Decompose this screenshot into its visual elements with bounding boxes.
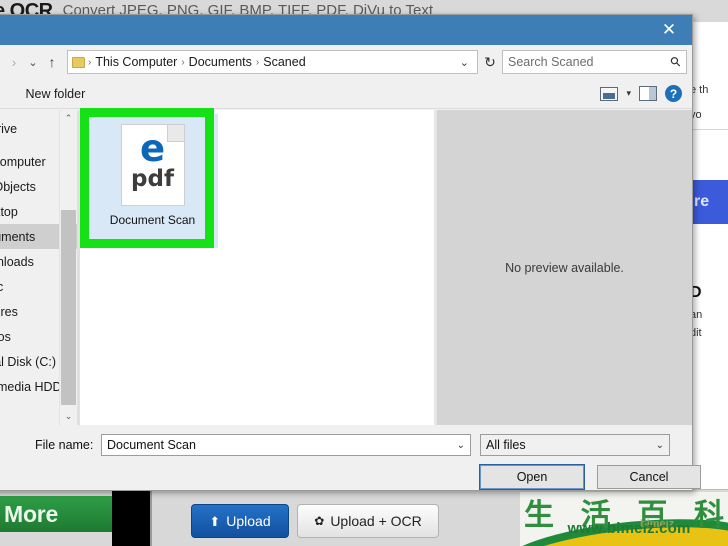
search-placeholder: Search Scaned xyxy=(508,55,594,69)
file-list-pane: e pdf Document Scan xyxy=(80,108,434,425)
right-heading: D xyxy=(690,284,702,301)
right-body-1: an xyxy=(690,309,703,321)
view-options-caret-icon[interactable]: ▾ xyxy=(626,88,631,99)
breadcrumb-item-scaned[interactable]: Scaned xyxy=(260,55,308,69)
scroll-down-icon[interactable]: ⌄ xyxy=(60,408,77,425)
dialog-footer: File name: Document Scan ⌄ All files ⌄ O… xyxy=(0,425,701,490)
dialog-body: eDrive s Computer D Objects esktop ocume… xyxy=(0,108,692,425)
file-type-select[interactable]: All files ⌄ xyxy=(480,434,670,456)
upload-button-label: Upload xyxy=(226,513,271,529)
open-button[interactable]: Open xyxy=(479,464,585,490)
scrollbar-thumb[interactable] xyxy=(61,210,76,405)
navigation-scrollbar[interactable]: ⌃ ⌄ xyxy=(59,110,77,425)
breadcrumb[interactable]: › This Computer › Documents › Scaned ⌄ xyxy=(67,50,478,74)
edge-logo-icon: e xyxy=(139,127,166,170)
watermark-url: www.bimeiz.com xyxy=(567,520,691,537)
recent-locations-icon[interactable]: ⌄ xyxy=(25,56,41,69)
upload-ocr-button[interactable]: ✿ Upload + OCR xyxy=(297,504,439,538)
upload-ocr-button-label: Upload + OCR xyxy=(330,513,422,529)
file-name-label-static: File name: xyxy=(35,438,94,452)
refresh-icon[interactable]: ↻ xyxy=(478,50,502,74)
folder-icon xyxy=(72,56,85,68)
pdf-file-icon: e pdf xyxy=(120,124,185,206)
chevron-down-icon[interactable]: ⌄ xyxy=(456,56,473,69)
preview-pane-icon[interactable] xyxy=(639,86,657,101)
search-input[interactable]: Search Scaned ⚲ xyxy=(502,50,687,74)
gear-icon: ✿ xyxy=(314,514,325,528)
dialog-navigation-bar: ‹ › ⌄ ↑ › This Computer › Documents › Sc… xyxy=(0,45,692,79)
navigation-pane: eDrive s Computer D Objects esktop ocume… xyxy=(0,110,77,425)
right-body-2: dit xyxy=(690,327,702,339)
forward-icon[interactable]: › xyxy=(3,50,25,74)
file-open-dialog: ✕ ‹ › ⌄ ↑ › This Computer › Documents › … xyxy=(0,14,701,491)
black-gap xyxy=(112,489,150,546)
right-text-line-2: yo xyxy=(690,109,702,121)
close-icon[interactable]: ✕ xyxy=(646,15,692,45)
right-text-line-1: e th xyxy=(690,84,709,96)
preview-message: No preview available. xyxy=(505,260,624,275)
more-button[interactable]: More xyxy=(0,496,112,532)
file-name-label: Document Scan xyxy=(109,213,196,227)
scroll-up-icon[interactable]: ⌃ xyxy=(60,110,77,127)
chevron-down-icon[interactable]: ⌄ xyxy=(457,440,465,451)
view-options-icon[interactable] xyxy=(600,86,619,101)
dialog-titlebar: ✕ xyxy=(0,15,692,45)
file-type-value: All files xyxy=(486,438,526,452)
arrow-up-icon: ⬆ xyxy=(209,513,221,529)
chevron-down-icon[interactable]: ⌄ xyxy=(656,440,664,451)
watermark: 生 活 百 科 bimeiz www.bimeiz.com xyxy=(520,492,728,546)
breadcrumb-item-this-computer[interactable]: This Computer xyxy=(92,55,180,69)
help-icon[interactable]: ? xyxy=(665,85,682,102)
toolbar-divider xyxy=(150,489,152,546)
breadcrumb-item-documents[interactable]: Documents xyxy=(186,55,255,69)
list-item[interactable]: e pdf Document Scan xyxy=(87,114,218,248)
right-blue-button[interactable]: re xyxy=(690,180,728,224)
up-one-level-icon[interactable]: ↑ xyxy=(41,50,63,74)
upload-button[interactable]: ⬆ Upload xyxy=(191,504,289,538)
dialog-command-bar: e ▾ New folder ▾ ? xyxy=(0,79,692,109)
new-folder-button[interactable]: New folder xyxy=(25,87,85,101)
file-name-input[interactable]: Document Scan ⌄ xyxy=(101,434,471,456)
screenshot-root: e OCR Convert JPEG, PNG, GIF, BMP, TIFF,… xyxy=(0,0,728,546)
pdf-type-text: pdf xyxy=(131,166,174,192)
preview-pane: No preview available. xyxy=(437,110,692,425)
cancel-button[interactable]: Cancel xyxy=(597,465,701,489)
file-name-value: Document Scan xyxy=(107,438,196,452)
page-fold-corner xyxy=(166,125,184,142)
